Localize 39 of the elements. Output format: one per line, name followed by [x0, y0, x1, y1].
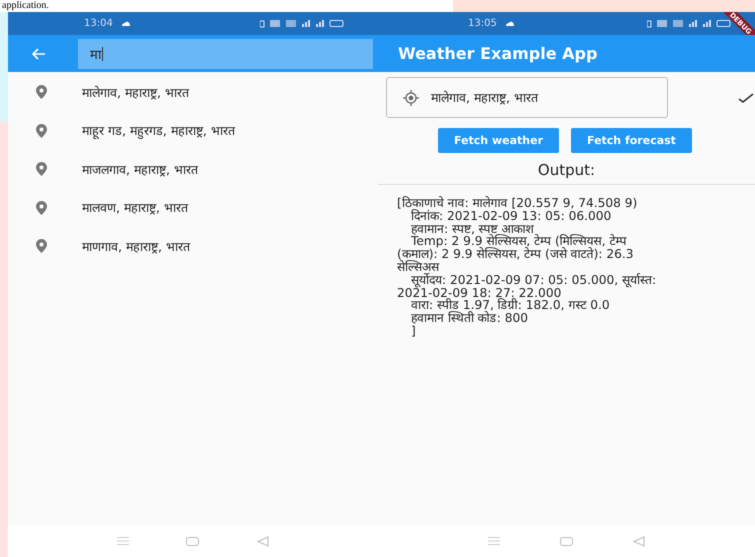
- output-line: हवामान: स्पष्ट, स्पष्ट आकाश: [410, 222, 534, 236]
- location-pin-icon: [36, 239, 47, 254]
- output-line: सूर्योदय: 2021-02-09 07: 05: 05.000, सूर्यास्त:: [410, 274, 658, 287]
- menu-icon[interactable]: [488, 537, 500, 545]
- search-result[interactable]: मालवण, महाराष्ट्र, भारत: [82, 199, 188, 216]
- output-line: हवामान स्थिती कोड: 800: [410, 312, 529, 325]
- output-line: (कमाल): 2 9.9 सेल्सियस, टेम्प (जसे वाटते): 26.3: [397, 248, 634, 261]
- location-pin-icon: [36, 200, 47, 215]
- back-icon[interactable]: [257, 536, 270, 546]
- caption-text: application.: [1, 0, 50, 12]
- output-label: Output:: [536, 161, 596, 179]
- target-icon: [403, 90, 419, 106]
- location-field[interactable]: मालेगाव, महाराष्ट्र, भारत: [386, 77, 668, 118]
- output-line: [ठिकाणाचे नाव: मालेगाव [20.557 9, 74.508 9): [397, 197, 638, 210]
- home-icon[interactable]: [560, 536, 573, 546]
- output-line: 2021-02-09 18: 27: 22.000: [397, 286, 562, 300]
- status-time: 13:05: [468, 18, 497, 29]
- output-line: वारा: स्पीड 1.97, डिग्री: 182.0, गस्ट 0.0: [410, 299, 611, 312]
- output-line: ]: [410, 324, 416, 338]
- location-pin-icon: [36, 124, 47, 138]
- back-icon[interactable]: [633, 536, 645, 546]
- search-result[interactable]: माणगाव, महाराष्ट्र, भारत: [82, 238, 190, 255]
- search-result[interactable]: मालेगाव, महाराष्ट्र, भारत: [82, 84, 189, 101]
- home-icon[interactable]: [186, 536, 200, 546]
- search-field[interactable]: मा: [78, 38, 373, 68]
- cloud-icon: [504, 21, 515, 26]
- status-time: 13:04: [84, 18, 113, 29]
- search-result[interactable]: माजलगाव, महाराष्ट्र, भारत: [82, 160, 198, 178]
- menu-icon[interactable]: [116, 537, 129, 545]
- output-line: सेल्सिअस: [397, 260, 440, 274]
- location-pin-icon: [36, 162, 47, 176]
- app-title: Weather Example App: [398, 44, 598, 63]
- output-line: दिनांक: 2021-02-09 13: 05: 06.000: [411, 210, 612, 223]
- output-line: Temp: 2 9.9 सेल्सियस, टेम्प (मिल्सियस, टेम्प: [410, 235, 628, 248]
- search-result[interactable]: माहूर गड, महुरगड, महाराष्ट्र, भारत: [82, 122, 235, 140]
- back-arrow-icon[interactable]: [32, 48, 46, 60]
- location-pin-icon: [36, 85, 47, 100]
- check-icon[interactable]: [738, 92, 754, 104]
- cloud-icon: [120, 21, 131, 26]
